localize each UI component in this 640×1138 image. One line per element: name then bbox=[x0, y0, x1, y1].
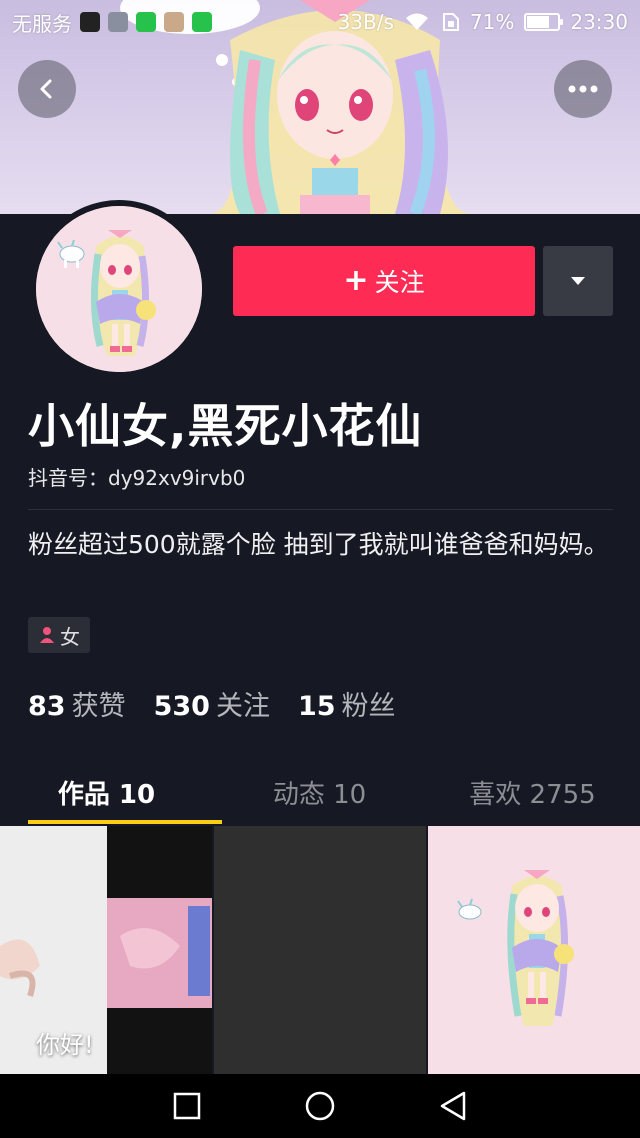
divider bbox=[28, 509, 613, 510]
thumbnail-1-image bbox=[0, 826, 212, 1074]
carrier-text: 无服务 bbox=[12, 11, 72, 36]
thumbnail-3-image bbox=[428, 826, 640, 1074]
stat-following-label: 关注 bbox=[215, 691, 270, 722]
avatar-illustration bbox=[36, 206, 202, 372]
system-navigation-bar bbox=[0, 1074, 640, 1138]
photo-notification-icon bbox=[164, 12, 184, 32]
female-user-icon bbox=[40, 627, 54, 643]
content-tabs: 作品 10 动态 10 喜欢 2755 bbox=[0, 760, 640, 824]
tab-moments[interactable]: 动态 10 bbox=[213, 760, 426, 824]
stat-following[interactable]: 530 关注 bbox=[154, 684, 270, 723]
avatar[interactable] bbox=[30, 200, 208, 378]
profile-bio: 粉丝超过500就露个脸 抽到了我就叫谁爸爸和妈妈。 bbox=[28, 530, 609, 559]
stat-followers-number: 15 bbox=[297, 691, 336, 722]
more-dots-icon bbox=[568, 85, 598, 93]
network-speed: 33B/s bbox=[337, 10, 394, 34]
stat-followers-label: 粉丝 bbox=[341, 691, 396, 722]
video-grid: 你好! bbox=[0, 826, 640, 1074]
profile-banner: 无服务 33B/s 71% 23:30 bbox=[0, 0, 640, 214]
chevron-left-icon bbox=[40, 79, 52, 99]
stat-likes[interactable]: 83 获赞 bbox=[28, 684, 126, 723]
tiktok-notification-icon bbox=[80, 12, 100, 32]
video-thumbnail-1[interactable]: 你好! bbox=[0, 826, 212, 1074]
battery-icon bbox=[524, 13, 564, 31]
wifi-icon bbox=[405, 13, 428, 30]
stat-following-number: 530 bbox=[153, 691, 210, 722]
recent-apps-button[interactable] bbox=[167, 1086, 207, 1126]
stat-followers[interactable]: 15 粉丝 bbox=[298, 684, 396, 723]
follow-button[interactable]: + 关注 bbox=[233, 246, 535, 316]
tab-likes[interactable]: 喜欢 2755 bbox=[426, 760, 639, 824]
profile-name: 小仙女,黑死小花仙 bbox=[28, 399, 423, 453]
thumbnail-1-caption: 你好! bbox=[36, 1031, 94, 1059]
status-bar: 无服务 33B/s 71% 23:30 bbox=[0, 0, 640, 44]
gender-label: 女 bbox=[60, 624, 80, 649]
recommend-dropdown-button[interactable] bbox=[543, 246, 613, 316]
square-icon bbox=[173, 1092, 200, 1120]
clock: 23:30 bbox=[570, 10, 628, 34]
home-button[interactable] bbox=[300, 1086, 340, 1126]
video-thumbnail-2[interactable] bbox=[214, 826, 426, 1074]
active-tab-indicator bbox=[28, 820, 222, 824]
iqiyi-notification-icon bbox=[136, 12, 156, 32]
profile-stats: 83 获赞 530 关注 15 粉丝 bbox=[28, 684, 396, 723]
system-back-button[interactable] bbox=[433, 1086, 473, 1126]
gallery-notification-icon bbox=[108, 12, 128, 32]
video-thumbnail-3[interactable] bbox=[428, 826, 640, 1074]
circle-icon bbox=[305, 1091, 335, 1121]
back-button[interactable] bbox=[18, 60, 76, 118]
stat-likes-number: 83 bbox=[28, 691, 66, 722]
tab-works[interactable]: 作品 10 bbox=[0, 760, 213, 824]
triangle-back-icon bbox=[441, 1091, 466, 1121]
battery-percent: 71% bbox=[469, 10, 515, 34]
sim-icon bbox=[442, 13, 459, 31]
caret-down-icon bbox=[571, 277, 585, 285]
follow-label: 关注 bbox=[374, 268, 425, 297]
stat-likes-label: 获赞 bbox=[71, 691, 126, 722]
douyin-id[interactable]: 抖音号：dy92xv9irvb0 bbox=[28, 462, 245, 491]
more-button[interactable] bbox=[554, 60, 612, 118]
plus-icon: + bbox=[343, 263, 369, 298]
iqiyi-notification-icon-2 bbox=[192, 12, 212, 32]
gender-tag: 女 bbox=[28, 617, 90, 653]
